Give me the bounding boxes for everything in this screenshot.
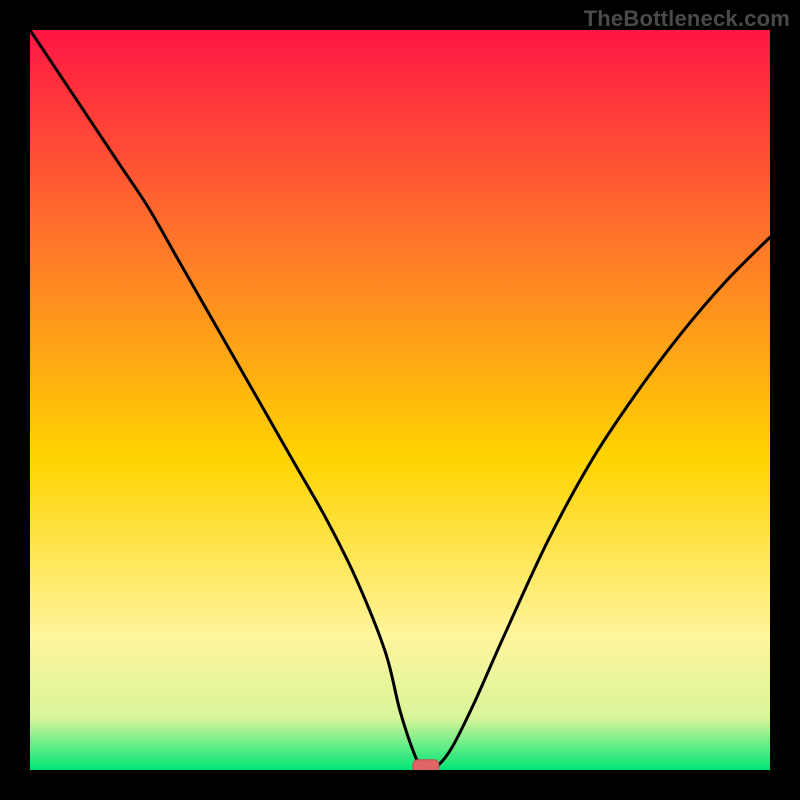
minimum-marker bbox=[413, 760, 439, 770]
bottleneck-chart-svg bbox=[30, 30, 770, 770]
watermark-text: TheBottleneck.com bbox=[584, 6, 790, 32]
gradient-background bbox=[30, 30, 770, 770]
chart-container: TheBottleneck.com bbox=[0, 0, 800, 800]
plot-area bbox=[30, 30, 770, 770]
